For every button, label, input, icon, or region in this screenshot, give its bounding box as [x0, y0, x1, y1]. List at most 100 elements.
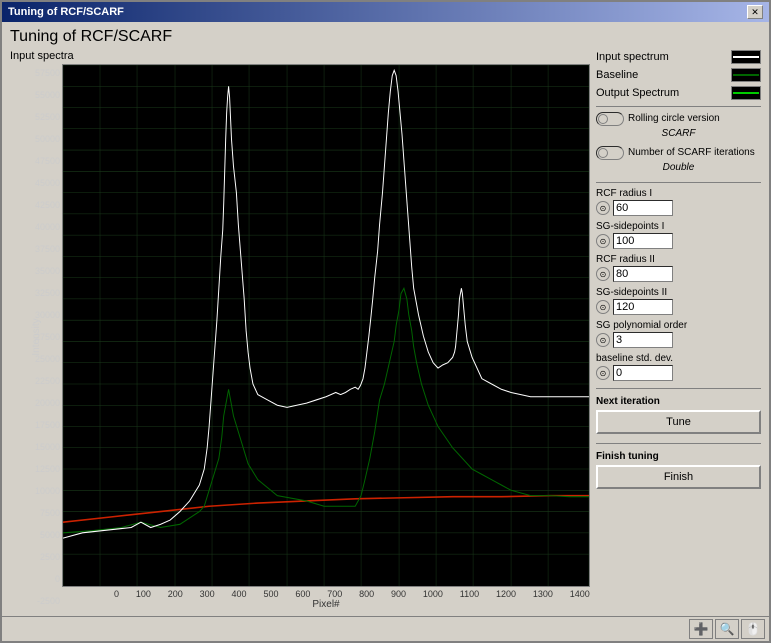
y-label: 12500	[35, 464, 60, 474]
y-label: 7500	[40, 508, 60, 518]
scarf-iterations-toggle[interactable]	[596, 146, 624, 160]
x-label: 500	[263, 589, 278, 599]
sg-poly-order-spinner[interactable]: ⊙	[596, 333, 610, 347]
rolling-circle-label: Rolling circle version	[628, 113, 720, 125]
y-label: 45000	[35, 178, 60, 188]
title-bar: Tuning of RCF/SCARF ✕	[2, 2, 769, 22]
sg-poly-order-label: SG polynomial order	[596, 320, 761, 331]
sg-sidepoints-1-label: SG-sidepoints I	[596, 221, 761, 232]
x-label: 600	[295, 589, 310, 599]
chart-svg	[63, 65, 589, 586]
zoom-fit-button[interactable]: 🔍	[715, 619, 739, 639]
y-label: 30000	[35, 310, 60, 320]
rcf-radius-2-input[interactable]	[613, 266, 673, 282]
rcf-radius-2-field: RCF radius II ⊙	[596, 254, 761, 282]
finish-button[interactable]: Finish	[596, 465, 761, 489]
close-button[interactable]: ✕	[747, 5, 763, 19]
y-label: 35000	[35, 266, 60, 276]
rolling-circle-row: Rolling circle version	[596, 112, 761, 126]
separator-2	[596, 182, 761, 183]
sg-sidepoints-2-input[interactable]	[613, 299, 673, 315]
baseline-std-dev-input[interactable]	[613, 365, 673, 381]
rcf-radius-1-input[interactable]	[613, 200, 673, 216]
y-label: 5000	[40, 530, 60, 540]
y-label: 22500	[35, 376, 60, 386]
x-label: 900	[391, 589, 406, 599]
x-label: 300	[200, 589, 215, 599]
sg-sidepoints-1-spinner[interactable]: ⊙	[596, 234, 610, 248]
sg-sidepoints-2-label: SG-sidepoints II	[596, 287, 761, 298]
y-label: 0	[55, 574, 60, 584]
sg-sidepoints-2-field: SG-sidepoints II ⊙	[596, 287, 761, 315]
x-axis: 0 100 200 300 400 500 600 700 800 900 10…	[62, 587, 590, 599]
x-label: 800	[359, 589, 374, 599]
sg-poly-order-field: SG polynomial order ⊙	[596, 320, 761, 348]
legend-baseline: Baseline	[596, 68, 761, 82]
legend-baseline-label: Baseline	[596, 69, 638, 81]
y-label: 50000	[35, 134, 60, 144]
x-label: 1400	[570, 589, 590, 599]
separator-4	[596, 443, 761, 444]
sg-poly-order-input-row: ⊙	[596, 332, 761, 348]
y-label: 52500	[35, 112, 60, 122]
rolling-circle-toggle[interactable]	[596, 112, 624, 126]
separator-3	[596, 388, 761, 389]
legend-output-spectrum: Output Spectrum	[596, 86, 761, 100]
y-label: 32500	[35, 288, 60, 298]
x-label: 100	[136, 589, 151, 599]
y-label: 47500	[35, 156, 60, 166]
title-bar-controls: ✕	[747, 5, 763, 19]
legend-input-spectrum-label: Input spectrum	[596, 51, 669, 63]
x-label: 1000	[423, 589, 443, 599]
y-label: 20000	[35, 398, 60, 408]
x-label: 0	[114, 589, 119, 599]
rcf-radius-2-spinner[interactable]: ⊙	[596, 267, 610, 281]
baseline-std-dev-input-row: ⊙	[596, 365, 761, 381]
rcf-radius-1-spinner[interactable]: ⊙	[596, 201, 610, 215]
legend-input-spectrum-color	[731, 50, 761, 64]
y-label: 37500	[35, 244, 60, 254]
toggle-knob-2	[598, 148, 608, 158]
y-label: 42500	[35, 200, 60, 210]
y-label: 10000	[35, 486, 60, 496]
window-title: Tuning of RCF/SCARF	[8, 6, 124, 18]
scarf-iterations-value: Double	[663, 162, 695, 173]
baseline-std-dev-spinner[interactable]: ⊙	[596, 366, 610, 380]
pan-button[interactable]: 🖱️	[741, 619, 765, 639]
y-label: 27500	[35, 332, 60, 342]
y-label: 2500	[40, 552, 60, 562]
next-iteration-section: Next iteration Tune	[596, 394, 761, 434]
main-window: Tuning of RCF/SCARF ✕ Tuning of RCF/SCAR…	[0, 0, 771, 643]
right-panel: Input spectrum Baseline Output Spectrum	[596, 50, 761, 610]
legend-baseline-color	[731, 68, 761, 82]
legend-output-spectrum-label: Output Spectrum	[596, 87, 679, 99]
y-label: 17500	[35, 420, 60, 430]
tune-button[interactable]: Tune	[596, 410, 761, 434]
zoom-plus-button[interactable]: ➕	[689, 619, 713, 639]
separator-1	[596, 106, 761, 107]
x-axis-title: Pixel#	[62, 599, 590, 610]
legend-input-spectrum-line	[733, 56, 759, 58]
y-label: 25000	[35, 354, 60, 364]
next-iteration-label: Next iteration	[596, 396, 761, 407]
bottom-bar: ➕ 🔍 🖱️	[2, 616, 769, 641]
sg-sidepoints-1-input[interactable]	[613, 233, 673, 249]
sg-sidepoints-1-input-row: ⊙	[596, 233, 761, 249]
legend-input-spectrum: Input spectrum	[596, 50, 761, 64]
sg-poly-order-input[interactable]	[613, 332, 673, 348]
rcf-radius-2-label: RCF radius II	[596, 254, 761, 265]
x-label: 1100	[460, 589, 479, 599]
sg-sidepoints-2-spinner[interactable]: ⊙	[596, 300, 610, 314]
chart-area: Input spectra Intensity 57500 55000 5250…	[10, 50, 590, 610]
main-area: Input spectra Intensity 57500 55000 5250…	[10, 50, 761, 610]
finish-label: Finish tuning	[596, 451, 761, 462]
rcf-radius-1-input-row: ⊙	[596, 200, 761, 216]
baseline-std-dev-label: baseline std. dev.	[596, 353, 761, 364]
rolling-circle-value: SCARF	[662, 128, 696, 139]
chart-plot	[62, 64, 590, 587]
rcf-radius-1-field: RCF radius I ⊙	[596, 188, 761, 216]
x-label: 700	[327, 589, 342, 599]
scarf-iterations-option: Number of SCARF iterations Double	[596, 146, 761, 173]
chart-label: Input spectra	[10, 50, 590, 62]
x-label: 200	[168, 589, 183, 599]
